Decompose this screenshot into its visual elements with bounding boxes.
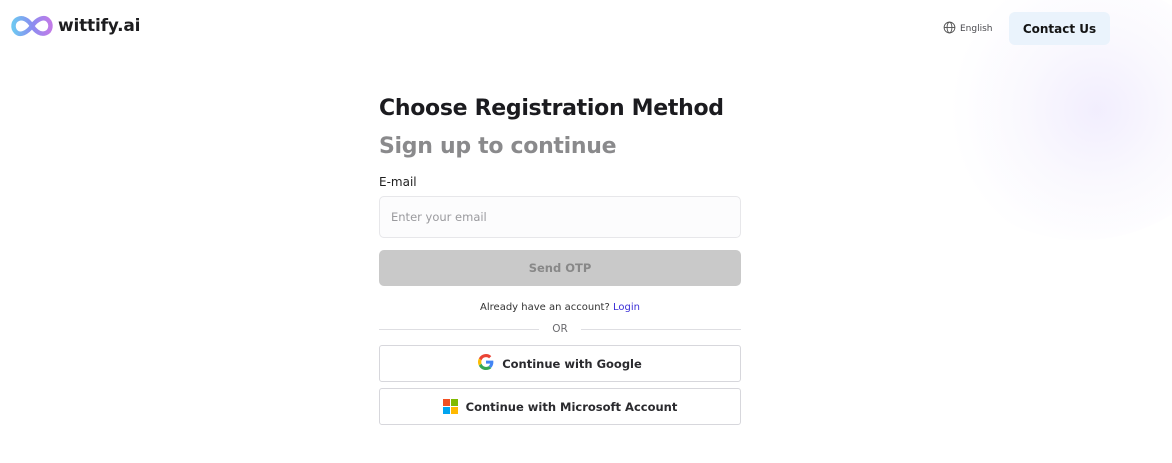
- login-prompt: Already have an account? Login: [379, 301, 741, 314]
- logo-text: wittify.ai: [58, 16, 141, 36]
- globe-icon: [943, 21, 956, 37]
- divider-line-right: [580, 328, 741, 330]
- infinity-logo-icon: [10, 14, 54, 38]
- login-link[interactable]: Login: [613, 302, 640, 313]
- microsoft-signin-button[interactable]: Continue with Microsoft Account: [379, 388, 741, 425]
- wittify-logo[interactable]: wittify.ai: [10, 14, 140, 38]
- registration-form: Choose Registration Method Sign up to co…: [379, 96, 741, 425]
- google-icon: [478, 354, 494, 373]
- language-label: English: [960, 24, 993, 34]
- contact-us-button[interactable]: Contact Us: [1009, 12, 1110, 45]
- account-prompt-text: Already have an account?: [480, 302, 610, 313]
- email-field[interactable]: [379, 196, 741, 238]
- language-selector[interactable]: English: [943, 21, 993, 37]
- page-title: Choose Registration Method: [379, 96, 724, 121]
- or-label: OR: [552, 323, 568, 335]
- divider-line-left: [379, 328, 540, 330]
- google-signin-button[interactable]: Continue with Google: [379, 345, 741, 382]
- email-label: E-mail: [379, 175, 417, 189]
- microsoft-button-label: Continue with Microsoft Account: [465, 399, 678, 414]
- microsoft-icon: [442, 399, 458, 414]
- page-subtitle: Sign up to continue: [379, 134, 617, 159]
- or-divider: OR: [379, 322, 741, 336]
- send-otp-button[interactable]: Send OTP: [379, 250, 741, 286]
- registration-page: wittify.ai English Contact Us Choose Reg…: [0, 0, 1172, 463]
- google-button-label: Continue with Google: [502, 356, 642, 371]
